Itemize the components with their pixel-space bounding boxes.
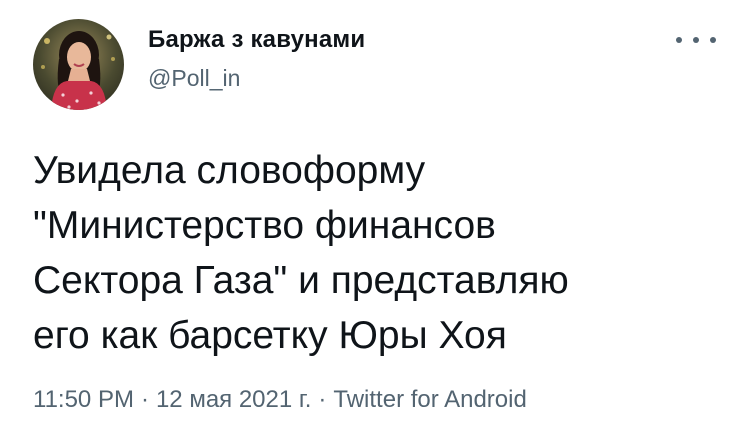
separator: · <box>318 386 327 413</box>
avatar-image <box>33 19 124 110</box>
display-name[interactable]: Баржа з кавунами <box>148 26 365 54</box>
ellipsis-dot <box>710 37 716 43</box>
tweet-card: Баржа з кавунами @Poll_in Увидела словоф… <box>0 0 750 431</box>
tweet-text-line: "Министерство финансов <box>33 204 496 247</box>
user-handle[interactable]: @Poll_in <box>148 65 240 92</box>
tweet-meta: 11:50 PM · 12 мая 2021 г. · Twitter for Andr… <box>33 386 527 414</box>
ellipsis-icon[interactable] <box>676 30 716 50</box>
separator: · <box>140 386 149 413</box>
tweet-text-line: Увидела словоформу <box>33 149 426 192</box>
avatar[interactable] <box>33 19 124 110</box>
tweet-time[interactable]: 11:50 PM <box>33 386 134 413</box>
ellipsis-dot <box>676 37 682 43</box>
tweet-date[interactable]: 12 мая 2021 г. <box>156 386 311 413</box>
tweet-text-line: его как барсетку Юры Хоя <box>33 314 507 357</box>
tweet-text: Увидела словоформу "Министерство финансо… <box>33 143 723 363</box>
tweet-text-line: Сектора Газа" и представляю <box>33 259 569 302</box>
tweet-source[interactable]: Twitter for Android <box>333 386 526 413</box>
ellipsis-dot <box>693 37 699 43</box>
